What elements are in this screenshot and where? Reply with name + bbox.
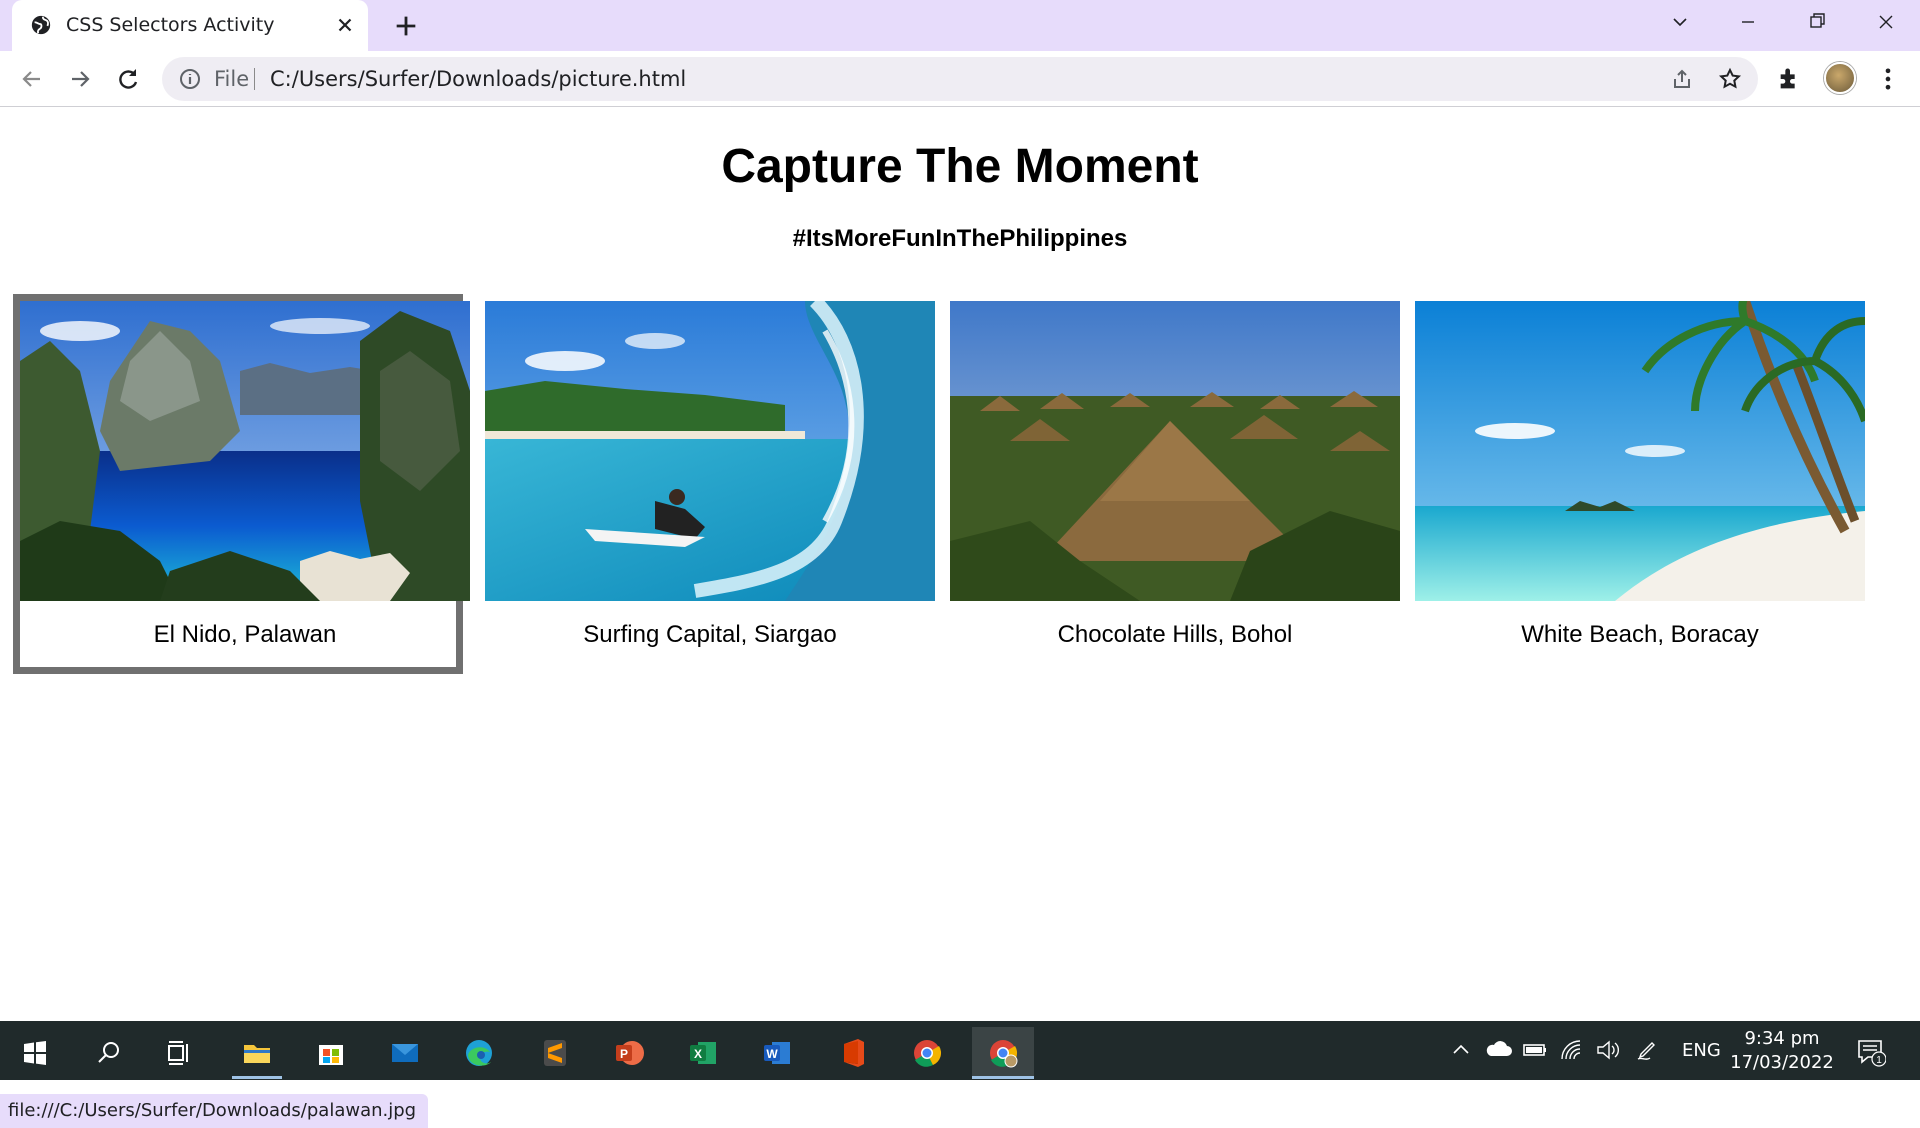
task-view-icon — [168, 1041, 188, 1065]
windows-taskbar: P X W ENG 9:34 pm 17/03/2022 1 — [0, 1021, 1920, 1080]
browser-toolbar: File C:/Users/Surfer/Downloads/picture.h… — [0, 51, 1920, 107]
profile-avatar[interactable] — [1824, 62, 1856, 94]
tab-title: CSS Selectors Activity — [66, 14, 275, 36]
boracay-caption: White Beach, Boracay — [1521, 621, 1759, 648]
volume-icon[interactable] — [1594, 1037, 1620, 1063]
siargao-caption: Surfing Capital, Siargao — [583, 621, 837, 648]
taskbar-mail[interactable] — [374, 1027, 436, 1079]
svg-text:P: P — [620, 1047, 628, 1061]
el-nido-caption: El Nido, Palawan — [153, 621, 337, 648]
siargao-photo[interactable] — [485, 301, 935, 601]
link-status-bubble: file:///C:/Users/Surfer/Downloads/palawa… — [0, 1094, 429, 1128]
close-window-icon[interactable] — [1866, 8, 1906, 38]
pen-ink-icon[interactable] — [1634, 1037, 1660, 1063]
wifi-icon[interactable] — [1558, 1037, 1584, 1063]
taskbar-chrome[interactable] — [896, 1027, 958, 1079]
clock-date: 17/03/2022 — [1730, 1052, 1834, 1073]
input-language[interactable]: ENG — [1682, 1021, 1721, 1080]
gallery-card-boracay[interactable]: White Beach, Boracay — [1408, 294, 1865, 674]
onedrive-cloud-icon[interactable] — [1484, 1037, 1512, 1061]
windows-logo-icon — [24, 1041, 46, 1065]
sublime-text-icon — [544, 1040, 566, 1066]
notification-count: 1 — [1876, 1055, 1882, 1066]
bookmark-star-icon[interactable] — [1718, 67, 1742, 91]
chrome-profile-icon — [990, 1040, 1018, 1068]
svg-text:W: W — [766, 1047, 778, 1061]
chocolate-hills-photo[interactable] — [950, 301, 1400, 601]
taskbar-chrome-profile[interactable] — [972, 1027, 1034, 1079]
globe-icon — [31, 15, 51, 35]
gallery-card-el-nido[interactable]: El Nido, Palawan — [13, 294, 470, 674]
address-url[interactable]: C:/Users/Surfer/Downloads/picture.html — [270, 57, 686, 101]
taskbar-clock[interactable]: 9:34 pm 17/03/2022 — [1728, 1027, 1836, 1075]
taskbar-sublime-text[interactable] — [524, 1027, 586, 1079]
taskbar-microsoft-store[interactable] — [300, 1027, 362, 1079]
store-icon — [319, 1045, 343, 1065]
page-title: Capture The Moment — [721, 140, 1199, 193]
extensions-puzzle-icon[interactable] — [1776, 65, 1804, 93]
folder-icon — [244, 1045, 270, 1063]
page-content: Capture The Moment #ItsMoreFunInThePhili… — [0, 107, 1920, 1128]
close-tab-icon[interactable] — [334, 14, 356, 36]
minimize-icon[interactable] — [1728, 8, 1768, 38]
share-icon[interactable] — [1670, 67, 1694, 91]
search-icon — [98, 1042, 119, 1063]
office-icon — [844, 1039, 864, 1067]
tab-search-chevron-icon[interactable] — [1660, 8, 1700, 38]
taskbar-search-button[interactable] — [78, 1027, 140, 1079]
gallery-card-siargao[interactable]: Surfing Capital, Siargao — [478, 294, 935, 674]
reload-icon[interactable] — [112, 63, 144, 95]
taskbar-edge[interactable] — [448, 1027, 510, 1079]
taskbar-excel[interactable]: X — [672, 1027, 734, 1079]
tab-strip: CSS Selectors Activity — [0, 0, 1920, 51]
site-info-icon[interactable] — [178, 67, 202, 91]
taskbar-file-explorer[interactable] — [226, 1027, 288, 1079]
chrome-icon — [914, 1040, 942, 1067]
menu-kebab-icon[interactable] — [1874, 65, 1902, 93]
mail-icon — [392, 1044, 418, 1062]
taskbar-office[interactable] — [822, 1027, 884, 1079]
clock-time: 9:34 pm — [1744, 1028, 1820, 1049]
el-nido-photo[interactable] — [20, 301, 470, 601]
forward-arrow-icon[interactable] — [64, 63, 96, 95]
tab-css-selectors[interactable]: CSS Selectors Activity — [12, 0, 368, 51]
start-button[interactable] — [4, 1027, 66, 1079]
boracay-photo[interactable] — [1415, 301, 1865, 601]
notification-center-icon[interactable]: 1 — [1854, 1035, 1886, 1067]
page-hashtag: #ItsMoreFunInThePhilippines — [792, 225, 1128, 252]
excel-icon: X — [690, 1042, 716, 1064]
browser-window-frame: CSS Selectors Activity File C:/Users/Sur… — [0, 0, 1920, 107]
back-arrow-icon[interactable] — [16, 63, 48, 95]
svg-text:X: X — [694, 1047, 702, 1061]
new-tab-icon[interactable] — [392, 12, 420, 40]
task-view-button[interactable] — [148, 1027, 210, 1079]
edge-icon — [466, 1040, 492, 1066]
restore-icon[interactable] — [1796, 8, 1836, 38]
address-scheme: File — [214, 67, 250, 91]
battery-icon[interactable] — [1522, 1039, 1548, 1061]
chocolate-hills-caption: Chocolate Hills, Bohol — [1057, 621, 1293, 648]
gallery-card-chocolate-hills[interactable]: Chocolate Hills, Bohol — [943, 294, 1400, 674]
address-divider — [254, 68, 255, 90]
address-bar[interactable]: File C:/Users/Surfer/Downloads/picture.h… — [162, 57, 1758, 101]
word-icon: W — [764, 1042, 790, 1064]
taskbar-word[interactable]: W — [746, 1027, 808, 1079]
powerpoint-icon: P — [616, 1041, 644, 1065]
taskbar-powerpoint[interactable]: P — [598, 1027, 660, 1079]
show-hidden-icons-chevron-icon[interactable] — [1450, 1039, 1472, 1061]
